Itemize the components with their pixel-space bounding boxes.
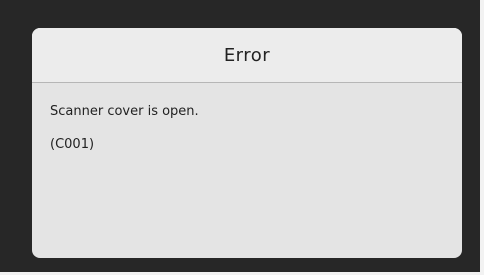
error-dialog: Error Scanner cover is open. (C001): [32, 28, 462, 258]
dialog-divider: [32, 82, 462, 83]
dialog-title: Error: [223, 44, 271, 66]
dialog-header: Error: [32, 28, 462, 82]
error-code: (C001): [50, 137, 95, 152]
error-message: Scanner cover is open.: [50, 104, 199, 119]
screen-right-edge: [480, 0, 484, 275]
device-screen: Error Scanner cover is open. (C001): [0, 0, 484, 275]
